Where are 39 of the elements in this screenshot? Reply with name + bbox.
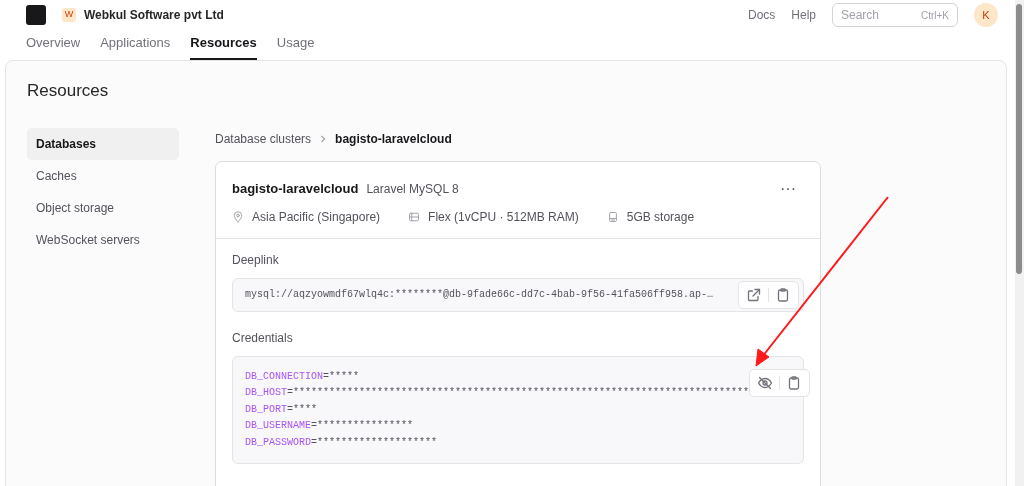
deeplink-value: mysql://aqzyowmdf67wlq4c:********@db-9fade66c-dd7c-4bab-9f56-41fa506ff958.ap-… [245, 288, 715, 303]
breadcrumb-link[interactable]: Database clusters [215, 129, 312, 148]
chevron-icon [319, 134, 328, 143]
sidebar-item[interactable]: Databases [27, 128, 179, 161]
page-title: Resources [27, 81, 110, 102]
search-placeholder: Search [841, 7, 880, 24]
meta-text: Asia Pacific (Singapore) [252, 208, 381, 226]
nav-tab[interactable]: Overview [26, 28, 81, 60]
meta-text: 5GB storage [626, 208, 695, 226]
field-label: Credentials [232, 329, 294, 347]
sidebar-item[interactable]: WebSocket servers [27, 224, 179, 257]
meta-text: Flex (1vCPU · 512MB RAM) [428, 208, 579, 226]
avatar[interactable]: K [974, 3, 998, 27]
server-icon [408, 210, 421, 223]
drive-icon [606, 210, 619, 223]
field-label: Deeplink [232, 251, 280, 269]
pin-icon [232, 210, 244, 223]
more-button[interactable]: ··· [780, 182, 796, 197]
breadcrumb-current: bagisto-laravelcloud [335, 130, 452, 148]
credential-line: DB_PORT=**** [245, 402, 319, 417]
sidebar-item[interactable]: Caches [27, 160, 179, 193]
nav-tab[interactable]: Applications [100, 28, 171, 60]
deeplink-field[interactable]: mysql://aqzyowmdf67wlq4c:********@db-9fade66c-dd7c-4bab-9f56-41fa506ff958.ap-… [232, 277, 804, 312]
org-name[interactable]: Webkul Software pvt Ltd [84, 6, 224, 24]
org-icon: W [62, 8, 76, 22]
cluster-name: bagisto-laravelcloud [232, 180, 359, 199]
scrollbar[interactable] [1015, 0, 1024, 486]
engine-label: Laravel MySQL 8 [366, 181, 459, 199]
shortcut-hint: Ctrl+K [920, 8, 949, 23]
sidebar-item[interactable]: Object storage [27, 192, 179, 225]
nav-link[interactable]: Help [791, 6, 816, 24]
credential-line: DB_USERNAME=**************** [245, 419, 415, 434]
logo-icon [26, 5, 46, 25]
credential-line: DB_HOST=**************************************************************************** [245, 386, 750, 401]
nav-link[interactable]: Docs [747, 6, 776, 24]
credential-line: DB_CONNECTION=***** [245, 369, 361, 384]
scrollbar-thumb[interactable] [1016, 4, 1022, 274]
credential-line: DB_PASSWORD=******************** [245, 435, 439, 450]
nav-tab[interactable]: Usage [276, 28, 315, 60]
